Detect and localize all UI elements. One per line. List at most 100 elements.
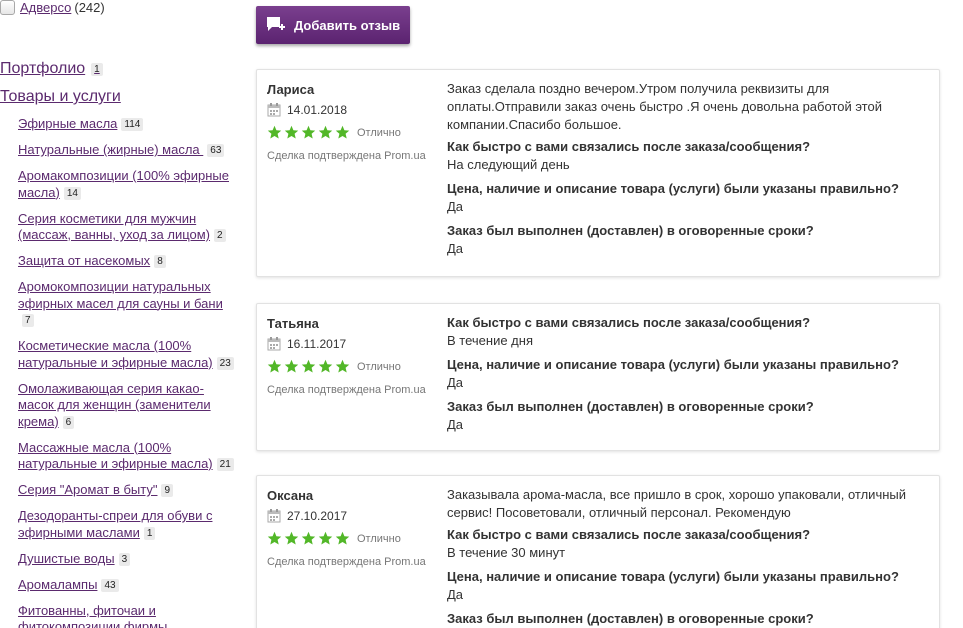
goods-services-label[interactable]: Товары и услуги [0, 88, 121, 106]
brand-link[interactable]: Адверсо [20, 0, 71, 15]
category-count-badge: 23 [216, 356, 234, 370]
category-count-badge: 6 [62, 415, 75, 429]
review-answer: Да [447, 375, 464, 390]
category-count-badge: 114 [121, 118, 144, 132]
category-item[interactable]: Косметические масла (100% натуральные и … [18, 338, 236, 371]
star-icon [318, 531, 333, 545]
category-item[interactable]: Омолаживающая серия какао-масок для женщ… [18, 381, 236, 431]
review-date: 27.10.2017 [267, 509, 437, 523]
review-body: Заказ сделала поздно вечером.Утром получ… [447, 80, 927, 264]
category-item[interactable]: Серия "Аромат в быту" 9 [18, 482, 236, 499]
rating-text: Отлично [357, 126, 401, 139]
star-icon [267, 125, 282, 139]
rating-stars [267, 125, 352, 140]
review-question: Заказ был выполнен (доставлен) в оговоре… [447, 223, 814, 238]
category-item[interactable]: Аромакомпозиции (100% эфирные масла) 14 [18, 168, 236, 201]
review-qa: Как быстро с вами связались после заказа… [447, 526, 927, 562]
category-label[interactable]: Серия "Аромат в быту" [18, 482, 157, 497]
category-label[interactable]: Натуральные (жирные) масла [18, 142, 203, 157]
category-label[interactable]: Серия косметики для мужчин (массаж, ванн… [18, 211, 210, 243]
category-item[interactable]: Аромокомпозиции натуральных эфирных масе… [18, 279, 236, 329]
category-item[interactable]: Эфирные масла 114 [18, 116, 236, 133]
rating-text: Отлично [357, 360, 401, 373]
review-qa: Цена, наличие и описание товара (услуги)… [447, 180, 927, 216]
goods-services-link[interactable]: Товары и услуги [0, 88, 121, 106]
category-item[interactable]: Дезодоранты-спреи для обуви с эфирными м… [18, 508, 236, 541]
star-icon [301, 531, 316, 545]
portfolio-label[interactable]: Портфолио [0, 60, 85, 78]
review-rating: Отлично [267, 125, 437, 140]
brand-count: (242) [74, 0, 105, 15]
category-item[interactable]: Массажные масла (100% натуральные и эфир… [18, 440, 236, 473]
rating-stars [267, 531, 352, 546]
category-count-badge: 3 [118, 552, 131, 566]
star-icon [318, 359, 333, 373]
category-label[interactable]: Дезодоранты-спреи для обуви с эфирными м… [18, 508, 212, 540]
review-answer: На следующий день [447, 157, 570, 172]
review-date-text: 16.11.2017 [287, 337, 347, 351]
category-item[interactable]: Фитованны, фиточаи и фитокомпозиции фирм… [18, 603, 236, 628]
star-icon [284, 531, 299, 545]
rating-stars [267, 359, 352, 374]
reviewer-name: Татьяна [267, 316, 319, 331]
review-answer: Да [447, 241, 464, 256]
review-rating: Отлично [267, 359, 437, 374]
review-question: Как быстро с вами связались после заказа… [447, 527, 811, 542]
deal-verified-note: Сделка подтверждена Prom.ua [267, 556, 426, 568]
category-label[interactable]: Эфирные масла [18, 116, 117, 131]
category-label[interactable]: Аромокомпозиции натуральных эфирных масе… [18, 279, 223, 311]
review-qa: Заказ был выполнен (доставлен) в оговоре… [447, 610, 927, 628]
review-qa: Заказ был выполнен (доставлен) в оговоре… [447, 398, 927, 434]
review-card: Оксана 27.10.2017 Отлично Сделка подтвержде… [256, 475, 940, 628]
review-question: Цена, наличие и описание товара (услуги)… [447, 181, 899, 196]
brand-checkbox[interactable] [0, 0, 15, 15]
category-label[interactable]: Душистые воды [18, 551, 115, 566]
review-comment: Заказывала арома-масла, все пришло в сро… [447, 487, 907, 520]
review-date-text: 27.10.2017 [287, 509, 348, 523]
add-review-button[interactable]: Добавить отзыв [256, 6, 410, 44]
category-item[interactable]: Серия косметики для мужчин (массаж, ванн… [18, 211, 236, 244]
rating-text: Отлично [357, 532, 401, 545]
portfolio-link[interactable]: Портфолио 1 [0, 60, 103, 78]
category-count-badge: 9 [161, 484, 174, 498]
star-icon [301, 359, 316, 373]
review-date: 14.01.2018 [267, 103, 437, 117]
star-icon [335, 359, 350, 373]
star-icon [284, 359, 299, 373]
category-label[interactable]: Аромалампы [18, 577, 97, 592]
sidebar: Адверсо (242) Портфолио 1 Товары и услуг… [0, 0, 240, 628]
review-meta: Лариса 14.01.2018 Отлично Сделка подтвержде… [267, 82, 437, 162]
review-question: Цена, наличие и описание товара (услуги)… [447, 569, 899, 584]
review-meta: Оксана 27.10.2017 Отлично Сделка подтвержде… [267, 488, 437, 568]
star-icon [301, 125, 316, 139]
category-label[interactable]: Защита от насекомых [18, 253, 150, 268]
add-comment-icon [267, 17, 285, 31]
review-date-text: 14.01.2018 [287, 103, 348, 117]
brand-filter[interactable]: Адверсо (242) [0, 0, 105, 15]
review-qa: Заказ был выполнен (доставлен) в оговоре… [447, 222, 927, 258]
calendar-icon [267, 509, 281, 523]
add-review-label: Добавить отзыв [294, 17, 401, 33]
category-count-badge: 63 [207, 144, 225, 158]
category-item[interactable]: Натуральные (жирные) масла 63 [18, 142, 236, 159]
review-card: Татьяна 16.11.2017 Отлично Сделка подтвержд… [256, 303, 940, 451]
star-icon [335, 125, 350, 139]
category-item[interactable]: Душистые воды 3 [18, 551, 236, 568]
category-item[interactable]: Аромалампы 43 [18, 577, 236, 594]
review-answer: Да [447, 199, 464, 214]
category-label[interactable]: Массажные масла (100% натуральные и эфир… [18, 440, 213, 472]
star-icon [267, 531, 282, 545]
deal-verified-note: Сделка подтверждена Prom.ua [267, 384, 426, 396]
review-qa: Цена, наличие и описание товара (услуги)… [447, 568, 927, 604]
star-icon [335, 531, 350, 545]
category-label[interactable]: Фитованны, фиточаи и фитокомпозиции фирм… [18, 603, 167, 628]
category-item[interactable]: Защита от насекомых 8 [18, 253, 236, 270]
review-answer: Да [447, 587, 464, 602]
review-answer: В течение 30 минут [447, 545, 566, 560]
category-label[interactable]: Омолаживающая серия какао-масок для женщ… [18, 381, 211, 429]
star-icon [284, 125, 299, 139]
category-label[interactable]: Косметические масла (100% натуральные и … [18, 338, 213, 370]
category-count-badge: 8 [154, 255, 166, 269]
category-label[interactable]: Аромакомпозиции (100% эфирные масла) [18, 168, 229, 200]
review-meta: Татьяна 16.11.2017 Отлично Сделка подтвержд… [267, 316, 437, 396]
